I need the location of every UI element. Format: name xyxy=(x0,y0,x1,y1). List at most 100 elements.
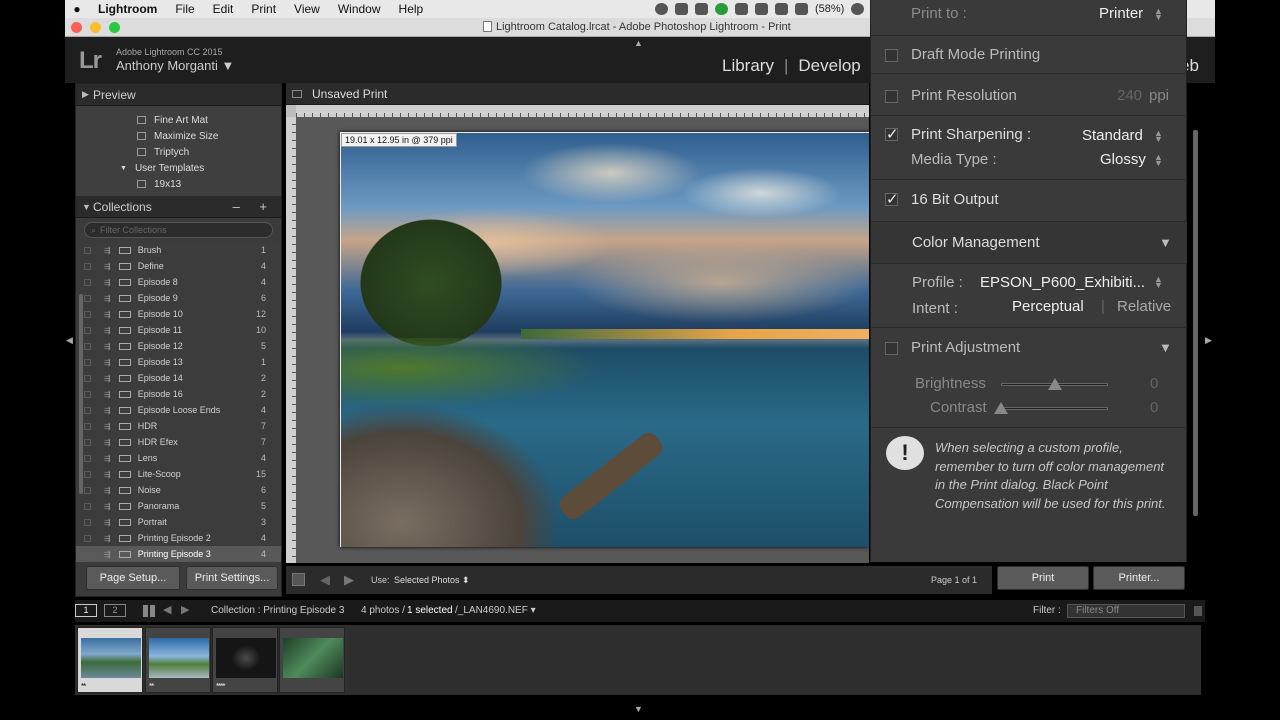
right-panel-collapse-icon[interactable]: ▶ xyxy=(1205,335,1212,346)
contrast-slider[interactable] xyxy=(1001,407,1108,410)
wifi-icon[interactable] xyxy=(775,3,788,15)
media-type-stepper-icon[interactable]: ▲ ▼ xyxy=(1154,153,1163,168)
page-setup-button[interactable]: Page Setup... xyxy=(86,566,180,590)
filmstrip-thumbnail[interactable]: ** xyxy=(145,627,211,693)
collection-target-checkbox[interactable] xyxy=(84,438,91,446)
forward-arrow-icon[interactable]: ▶ xyxy=(181,603,189,616)
template-item[interactable]: Triptych xyxy=(76,144,281,160)
collections-panel-header[interactable]: ▼ Collections – + xyxy=(76,196,281,218)
template-item[interactable]: 19x13 xyxy=(76,176,281,192)
left-panel-collapse-icon[interactable]: ◀ xyxy=(66,335,73,346)
color-management-header[interactable]: Color Management ▼ xyxy=(871,222,1187,264)
collection-item[interactable]: ⇶ Printing Episode 2 4 xyxy=(76,530,281,546)
print-adjustment-checkbox[interactable] xyxy=(885,342,898,355)
collection-target-checkbox[interactable] xyxy=(84,518,91,526)
menu-lightroom[interactable]: Lightroom xyxy=(89,2,166,16)
collection-item[interactable]: ⇶ HDR 7 xyxy=(76,418,281,434)
profile-stepper-icon[interactable]: ▲ ▼ xyxy=(1154,275,1163,290)
collection-item[interactable]: ⇶ Noise 6 xyxy=(76,482,281,498)
collection-item[interactable]: ⇶ Printing Episode 3 4 xyxy=(76,546,281,562)
collection-item[interactable]: ⇶ Episode 11 10 xyxy=(76,322,281,338)
grid-view-icon[interactable] xyxy=(143,605,155,617)
collection-filter-input[interactable]: ⌕ Filter Collections xyxy=(84,222,273,238)
identity-plate-user[interactable]: Anthony Morganti ▼ xyxy=(116,58,234,73)
draft-mode-checkbox[interactable] xyxy=(885,49,898,62)
filmstrip-thumbnail[interactable] xyxy=(279,627,345,693)
print-to-stepper-icon[interactable]: ▲ ▼ xyxy=(1154,7,1163,22)
filter-lock-icon[interactable] xyxy=(1194,606,1202,616)
apple-menu-icon[interactable]: ● xyxy=(65,2,89,16)
filter-select[interactable]: Filters Off xyxy=(1067,604,1185,618)
collection-target-checkbox[interactable] xyxy=(84,486,91,494)
collection-target-checkbox[interactable] xyxy=(84,246,91,254)
status-app-icon-2[interactable] xyxy=(695,3,708,15)
collection-item[interactable]: ⇶ Lite-Scoop 15 xyxy=(76,466,281,482)
primary-display-button[interactable]: 1 xyxy=(75,604,97,617)
print-resolution-checkbox[interactable] xyxy=(885,90,898,103)
collection-target-checkbox[interactable] xyxy=(84,502,91,510)
collection-target-checkbox[interactable] xyxy=(84,390,91,398)
preview-panel-header[interactable]: ▶ Preview xyxy=(76,84,281,106)
collection-target-checkbox[interactable] xyxy=(84,326,91,334)
module-library[interactable]: Library xyxy=(722,56,774,76)
collection-item[interactable]: ⇶ Panorama 5 xyxy=(76,498,281,514)
menu-help[interactable]: Help xyxy=(390,2,433,16)
collection-target-checkbox[interactable] xyxy=(84,454,91,462)
intent-perceptual[interactable]: Perceptual xyxy=(1012,298,1084,315)
collection-item[interactable]: ⇶ Episode 12 5 xyxy=(76,338,281,354)
collection-target-checkbox[interactable] xyxy=(84,550,91,558)
contrast-value[interactable]: 0 xyxy=(1150,399,1158,416)
collection-target-checkbox[interactable] xyxy=(84,422,91,430)
collection-item[interactable]: ⇶ Episode 16 2 xyxy=(76,386,281,402)
sharpening-select[interactable]: Standard xyxy=(1082,127,1143,144)
print-sharpening-checkbox[interactable] xyxy=(885,125,899,143)
resolution-value[interactable]: 240 xyxy=(1117,87,1142,104)
collection-target-checkbox[interactable] xyxy=(84,534,91,542)
left-panel-scrollbar[interactable] xyxy=(79,294,83,494)
collection-item[interactable]: ⇶ Episode 14 2 xyxy=(76,370,281,386)
user-templates-folder[interactable]: ▼ User Templates xyxy=(76,160,281,176)
right-panel-scrollbar[interactable] xyxy=(1193,130,1198,516)
collection-target-checkbox[interactable] xyxy=(84,278,91,286)
bluetooth-icon[interactable] xyxy=(755,3,768,15)
print-button[interactable]: Print xyxy=(997,566,1089,590)
collection-add-remove-icons[interactable]: – + xyxy=(233,199,275,214)
brightness-value[interactable]: 0 xyxy=(1150,375,1158,392)
menu-print[interactable]: Print xyxy=(242,2,285,16)
media-type-select[interactable]: Glossy xyxy=(1100,151,1146,168)
collection-target-checkbox[interactable] xyxy=(84,310,91,318)
stop-icon[interactable] xyxy=(292,573,305,586)
top-panel-collapse-icon[interactable]: ▲ xyxy=(634,38,643,48)
intent-relative[interactable]: Relative xyxy=(1117,298,1171,315)
contrast-slider-knob[interactable] xyxy=(994,402,1008,414)
collection-item[interactable]: ⇶ Episode Loose Ends 4 xyxy=(76,402,281,418)
maximize-window-button[interactable] xyxy=(109,22,120,33)
collection-item[interactable]: ⇶ Episode 10 12 xyxy=(76,306,281,322)
close-window-button[interactable] xyxy=(71,22,82,33)
collection-item[interactable]: ⇶ Portrait 3 xyxy=(76,514,281,530)
collection-item[interactable]: ⇶ HDR Efex 7 xyxy=(76,434,281,450)
status-app-icon[interactable] xyxy=(655,3,668,15)
source-collection[interactable]: Collection : Printing Episode 3 xyxy=(211,605,344,616)
bottom-panel-collapse-icon[interactable]: ▼ xyxy=(634,704,643,714)
next-page-icon[interactable]: ▶ xyxy=(344,572,354,588)
battery-icon[interactable] xyxy=(795,3,808,15)
collection-target-checkbox[interactable] xyxy=(84,374,91,382)
minimize-window-button[interactable] xyxy=(90,22,101,33)
collection-item[interactable]: ⇶ Episode 8 4 xyxy=(76,274,281,290)
filmstrip-thumbnail[interactable]: ** xyxy=(77,627,143,693)
menu-window[interactable]: Window xyxy=(329,2,390,16)
brightness-slider-knob[interactable] xyxy=(1047,378,1062,390)
menu-edit[interactable]: Edit xyxy=(204,2,243,16)
collection-item[interactable]: ⇶ Define 4 xyxy=(76,258,281,274)
dropbox-icon[interactable] xyxy=(675,3,688,15)
16-bit-output-checkbox[interactable] xyxy=(885,190,899,208)
collection-target-checkbox[interactable] xyxy=(84,406,91,414)
collection-target-checkbox[interactable] xyxy=(84,262,91,270)
print-photo[interactable] xyxy=(341,133,869,547)
status-app-icon-3[interactable] xyxy=(851,3,865,15)
profile-select[interactable]: EPSON_P600_Exhibiti... xyxy=(980,274,1145,291)
menu-view[interactable]: View xyxy=(285,2,329,16)
collection-item[interactable]: ⇶ Lens 4 xyxy=(76,450,281,466)
collection-target-checkbox[interactable] xyxy=(84,294,91,302)
